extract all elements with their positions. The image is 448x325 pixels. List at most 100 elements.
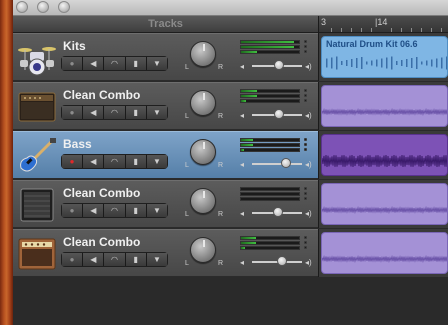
pan-knob[interactable] [190, 139, 216, 165]
track-name[interactable]: Clean Combo [63, 186, 140, 200]
pan-right-label: R [218, 211, 224, 218]
volume-low-icon: ◂ [240, 111, 245, 120]
track-name[interactable]: Clean Combo [63, 235, 140, 249]
track-lane[interactable] [318, 131, 448, 179]
volume-slider[interactable] [252, 163, 302, 165]
clip-indicator [304, 45, 307, 48]
ruler-marker: |14 [375, 17, 388, 27]
track-name[interactable]: Bass [63, 137, 92, 151]
track-controls: ● ◀ ◠ ▮ ▼ [61, 154, 168, 169]
track-name[interactable]: Clean Combo [63, 88, 140, 102]
volume-high-icon: ◂) [305, 209, 312, 218]
volume-slider-thumb[interactable] [274, 109, 284, 119]
pan-left-label: L [185, 113, 189, 120]
audio-region[interactable] [321, 232, 448, 274]
volume-high-icon: ◂) [305, 62, 312, 71]
pan-left-label: L [185, 64, 189, 71]
clip-indicator [304, 143, 307, 146]
volume-slider-thumb[interactable] [272, 207, 283, 217]
record-button[interactable]: ● [62, 253, 84, 266]
bottom-bar [13, 320, 448, 325]
pan-knob[interactable] [190, 188, 216, 214]
clip-indicator [304, 241, 307, 244]
midi-region[interactable]: Natural Drum Kit 06.6 [321, 36, 448, 78]
volume-slider-thumb[interactable] [280, 158, 291, 168]
clip-indicator [304, 89, 307, 92]
solo-button[interactable]: ◠ [104, 106, 126, 119]
zoom-window-button[interactable] [58, 1, 70, 13]
clip-indicator [304, 94, 307, 97]
mute-button[interactable]: ◀ [83, 204, 105, 217]
window-titlebar [13, 0, 448, 16]
track-header[interactable]: Clean Combo ● ◀ ◠ ▮ ▼ L R ◂ ◂) [13, 229, 318, 277]
expand-button[interactable]: ▼ [146, 106, 168, 119]
level-meter [240, 197, 300, 201]
expand-button[interactable]: ▼ [146, 204, 168, 217]
mute-button[interactable]: ◀ [83, 106, 105, 119]
level-meter [240, 99, 300, 103]
volume-slider-thumb[interactable] [274, 60, 284, 70]
volume-slider-thumb[interactable] [276, 256, 287, 266]
record-button[interactable]: ● [62, 155, 84, 168]
level-meter [240, 148, 300, 152]
level-meter [240, 89, 300, 93]
lock-button[interactable]: ▮ [125, 155, 147, 168]
audio-region[interactable] [321, 85, 448, 127]
pan-right-label: R [218, 162, 224, 169]
level-meter [240, 40, 300, 44]
lock-button[interactable]: ▮ [125, 204, 147, 217]
expand-button[interactable]: ▼ [146, 253, 168, 266]
track-lane[interactable] [318, 229, 448, 277]
lock-button[interactable]: ▮ [125, 253, 147, 266]
lock-button[interactable]: ▮ [125, 57, 147, 70]
track-lane[interactable] [318, 180, 448, 228]
pan-knob[interactable] [190, 237, 216, 263]
clip-indicator [304, 246, 307, 249]
track-header[interactable]: Bass ● ◀ ◠ ▮ ▼ L R ◂ ◂) [13, 131, 318, 179]
minimize-window-button[interactable] [37, 1, 49, 13]
ruler-marker: 3 [321, 17, 327, 27]
track-header[interactable]: Clean Combo ● ◀ ◠ ▮ ▼ L R ◂ ◂) [13, 180, 318, 228]
level-meter [240, 50, 300, 54]
audio-region[interactable] [321, 134, 448, 176]
mute-button[interactable]: ◀ [83, 253, 105, 266]
mute-button[interactable]: ◀ [83, 57, 105, 70]
close-window-button[interactable] [16, 1, 28, 13]
track-header[interactable]: Kits ● ◀ ◠ ▮ ▼ L R ◂ ◂) [13, 33, 318, 81]
track-name[interactable]: Kits [63, 39, 86, 53]
record-button[interactable]: ● [62, 57, 84, 70]
volume-low-icon: ◂ [240, 62, 245, 71]
window-wood-edge [0, 0, 13, 325]
level-meter [240, 45, 300, 49]
solo-button[interactable]: ◠ [104, 155, 126, 168]
mute-button[interactable]: ◀ [83, 155, 105, 168]
vintage-amp-icon [17, 236, 57, 272]
level-meter [240, 236, 300, 240]
solo-button[interactable]: ◠ [104, 204, 126, 217]
solo-button[interactable]: ◠ [104, 57, 126, 70]
clip-indicator [304, 138, 307, 141]
pan-knob[interactable] [190, 41, 216, 67]
record-button[interactable]: ● [62, 204, 84, 217]
expand-button[interactable]: ▼ [146, 57, 168, 70]
expand-button[interactable]: ▼ [146, 155, 168, 168]
track-header[interactable]: Clean Combo ● ◀ ◠ ▮ ▼ L R ◂ ◂) [13, 82, 318, 130]
pan-left-label: L [185, 162, 189, 169]
clip-indicator [304, 192, 307, 195]
track-lane[interactable]: Natural Drum Kit 06.6 [318, 33, 448, 81]
clip-indicator [304, 236, 307, 239]
speaker-cabinet-icon [17, 187, 57, 223]
timeline-ruler[interactable]: 3 |14 [318, 16, 448, 33]
solo-button[interactable]: ◠ [104, 253, 126, 266]
pan-knob[interactable] [190, 90, 216, 116]
volume-low-icon: ◂ [240, 160, 245, 169]
track-lane[interactable] [318, 82, 448, 130]
clip-indicator [304, 148, 307, 151]
audio-region[interactable] [321, 183, 448, 225]
bass-guitar-icon [17, 138, 57, 174]
volume-low-icon: ◂ [240, 258, 245, 267]
clip-indicator [304, 50, 307, 53]
record-button[interactable]: ● [62, 106, 84, 119]
clip-indicator [304, 187, 307, 190]
lock-button[interactable]: ▮ [125, 106, 147, 119]
